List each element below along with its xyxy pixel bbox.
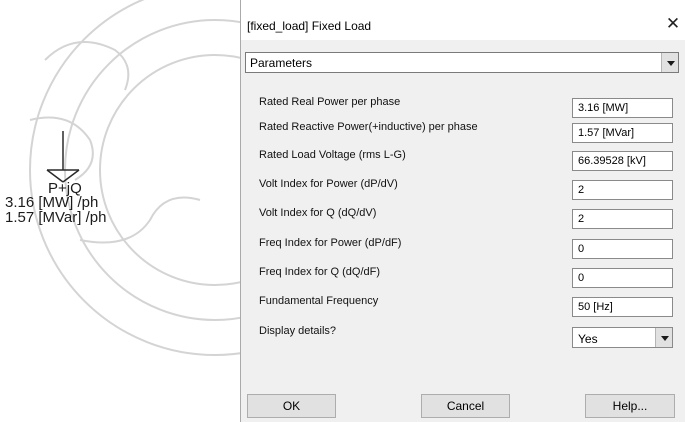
param-row-rated-load-voltage-rms-l-g: Rated Load Voltage (rms L-G) bbox=[241, 149, 685, 173]
dialog-title: [fixed_load] Fixed Load bbox=[247, 19, 372, 33]
cancel-button[interactable]: Cancel bbox=[421, 394, 510, 418]
display-details-dropdown[interactable]: Yes bbox=[572, 327, 673, 348]
load-reactive-power-label: 1.57 [MVar] /ph bbox=[5, 209, 107, 226]
load-real-power-label: 3.16 [MW] /ph bbox=[5, 194, 99, 211]
param-row-freq-index-for-power-dp-df: Freq Index for Power (dP/dF) bbox=[241, 237, 685, 261]
param-input-freq-index-for-power-dp-df[interactable] bbox=[572, 239, 673, 259]
param-input-volt-index-for-q-dq-dv[interactable] bbox=[572, 209, 673, 229]
param-input-volt-index-for-power-dp-dv[interactable] bbox=[572, 180, 673, 200]
param-row-freq-index-for-q-dq-df: Freq Index for Q (dQ/dF) bbox=[241, 266, 685, 290]
section-dropdown[interactable]: Parameters bbox=[245, 52, 679, 73]
param-label: Display details? bbox=[259, 325, 337, 337]
param-input-rated-load-voltage-rms-l-g[interactable] bbox=[572, 151, 673, 171]
display-details-value: Yes bbox=[578, 332, 598, 346]
param-input-freq-index-for-q-dq-df[interactable] bbox=[572, 268, 673, 288]
ok-button[interactable]: OK bbox=[247, 394, 336, 418]
fixed-load-dialog: [fixed_load] Fixed Load ✕ Parameters Rat… bbox=[240, 0, 685, 422]
param-input-rated-real-power-per-phase[interactable] bbox=[572, 98, 673, 118]
param-label: Freq Index for Q (dQ/dF) bbox=[259, 266, 381, 278]
param-label: Freq Index for Power (dP/dF) bbox=[259, 237, 402, 249]
param-row-rated-reactive-power-inductive-per-phase: Rated Reactive Power(+inductive) per pha… bbox=[241, 121, 685, 145]
close-button[interactable]: ✕ bbox=[660, 12, 685, 36]
param-label: Rated Load Voltage (rms L-G) bbox=[259, 149, 406, 161]
param-row-volt-index-for-q-dq-dv: Volt Index for Q (dQ/dV) bbox=[241, 207, 685, 231]
chevron-down-icon[interactable] bbox=[655, 328, 672, 347]
param-label: Rated Reactive Power(+inductive) per pha… bbox=[259, 121, 478, 133]
section-dropdown-value: Parameters bbox=[250, 56, 313, 70]
help-button[interactable]: Help... bbox=[585, 394, 675, 418]
dialog-titlebar[interactable]: [fixed_load] Fixed Load ✕ bbox=[241, 0, 685, 40]
chevron-down-icon[interactable] bbox=[661, 53, 678, 72]
param-row-rated-real-power-per-phase: Rated Real Power per phase bbox=[241, 96, 685, 120]
param-row-fundamental-frequency: Fundamental Frequency bbox=[241, 295, 685, 319]
param-label: Volt Index for Q (dQ/dV) bbox=[259, 207, 377, 219]
param-input-fundamental-frequency[interactable] bbox=[572, 297, 673, 317]
param-label: Rated Real Power per phase bbox=[259, 96, 401, 108]
param-label: Volt Index for Power (dP/dV) bbox=[259, 178, 398, 190]
param-label: Fundamental Frequency bbox=[259, 295, 379, 307]
param-row-display-details: Display details? Yes bbox=[241, 325, 685, 349]
param-input-rated-reactive-power-inductive-per-phase[interactable] bbox=[572, 123, 673, 143]
param-row-volt-index-for-power-dp-dv: Volt Index for Power (dP/dV) bbox=[241, 178, 685, 202]
